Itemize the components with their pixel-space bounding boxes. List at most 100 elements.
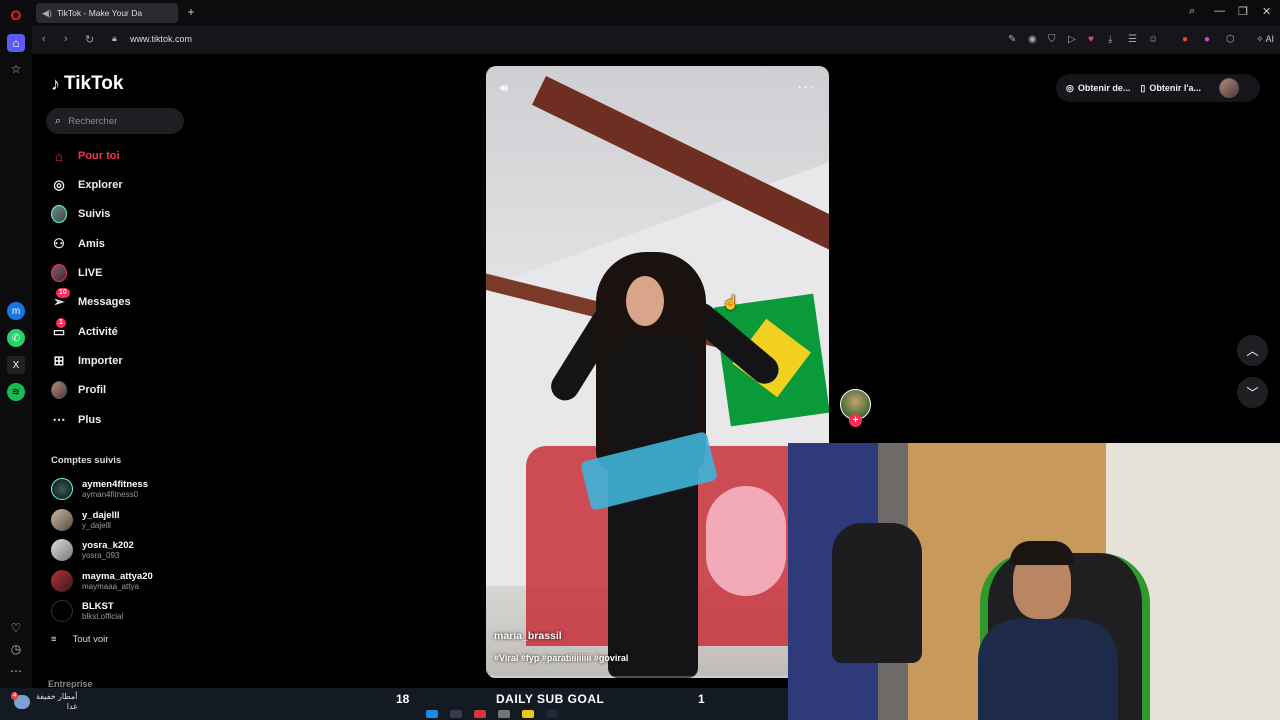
compass-icon: ◎ xyxy=(53,177,65,192)
taskbar-app-icon[interactable] xyxy=(450,710,462,718)
video-progress-bar[interactable] xyxy=(486,676,829,678)
followed-account[interactable]: BLKST blkst.official xyxy=(51,598,123,624)
account-name: BLKST xyxy=(82,601,114,612)
account-handle: y_dajelll xyxy=(82,521,111,530)
url-field[interactable]: www.tiktok.com xyxy=(130,34,192,44)
weather-icon: 4 xyxy=(11,692,30,709)
chevron-down-icon: ﹀ xyxy=(1246,386,1259,400)
video-player[interactable]: 🔊︎ ··· ☝ maria_brassil #Viral #fyp #para… xyxy=(486,66,829,678)
nav-label: Importer xyxy=(78,355,123,367)
extension-red-icon[interactable]: ● xyxy=(1182,34,1188,45)
shield-icon[interactable]: ⛉ xyxy=(1048,34,1056,45)
windows-icon[interactable] xyxy=(426,710,438,718)
camera-icon[interactable]: ◉ xyxy=(1028,34,1037,45)
speaker-icon[interactable]: ◀) xyxy=(42,8,52,19)
see-all-button[interactable]: ≡ Tout voir xyxy=(51,634,108,645)
followed-account[interactable]: yosra_k202 yosra_093 xyxy=(51,537,134,563)
nav-messages[interactable]: ➢ 10 Messages xyxy=(51,288,131,313)
nav-suivis[interactable]: Suivis xyxy=(51,203,110,225)
close-button[interactable]: ✕ xyxy=(1262,5,1271,18)
ai-button[interactable]: ✧ AI xyxy=(1256,34,1274,45)
star-icon[interactable]: ☆ xyxy=(7,60,25,78)
minimize-button[interactable]: — xyxy=(1214,5,1225,17)
next-video-button[interactable]: ﹀ xyxy=(1237,377,1268,408)
sub-goal-title: DAILY SUB GOAL xyxy=(496,692,605,706)
new-tab-button[interactable]: + xyxy=(184,5,198,19)
nav-label: Amis xyxy=(78,238,105,250)
get-coins-button[interactable]: ◎ Obtenir de... xyxy=(1066,83,1130,94)
lock-icon[interactable]: 🔒︎ xyxy=(112,33,117,44)
opera-logo-icon[interactable]: O xyxy=(7,6,25,24)
nav-label: Explorer xyxy=(78,179,123,191)
download-icon[interactable]: ⤓ xyxy=(1108,34,1112,45)
nav-label: Activité xyxy=(78,326,118,338)
messenger-icon[interactable]: m xyxy=(7,302,25,320)
account-name: y_dajelll xyxy=(82,510,120,521)
play-icon[interactable]: ▷ xyxy=(1068,34,1076,45)
nav-amis[interactable]: ⚇ Amis xyxy=(51,233,105,255)
maximize-button[interactable]: ❐ xyxy=(1238,5,1248,18)
menu-icon[interactable]: ☰ xyxy=(1128,34,1137,45)
nav-activite[interactable]: ▭ 1 Activité xyxy=(51,318,118,343)
upload-icon: ⊞ xyxy=(53,353,65,368)
sub-goal-bar: 18 DAILY SUB GOAL 1 xyxy=(366,688,738,710)
video-hashtags[interactable]: #Viral #fyp #paratiiiiiiiii #goviral xyxy=(494,653,628,663)
more-icon[interactable]: ⋯ xyxy=(7,662,25,680)
user-avatar[interactable] xyxy=(1218,78,1239,98)
nav-explorer[interactable]: ◎ Explorer xyxy=(51,174,123,196)
taskbar-app-icon[interactable] xyxy=(498,710,510,718)
followed-account[interactable]: mayma_attya20 maymaaa_attya xyxy=(51,568,153,594)
heart-icon[interactable]: ♡ xyxy=(7,619,25,637)
webcam-overlay xyxy=(788,443,1280,720)
follow-plus-button[interactable]: + xyxy=(849,414,862,427)
taskbar-app-icon[interactable] xyxy=(522,710,534,718)
extensions-icon[interactable]: ⬡ xyxy=(1226,34,1235,45)
account-name: mayma_attya20 xyxy=(82,571,153,582)
get-coins-label: Obtenir de... xyxy=(1077,83,1131,93)
get-app-button[interactable]: ▯ Obtenir l'a... xyxy=(1140,83,1201,94)
weather-badge: 4 xyxy=(11,692,19,700)
friends-icon: ⚇ xyxy=(53,236,65,251)
followed-account[interactable]: aymen4fitness ayman4fitness0 xyxy=(51,476,148,502)
x-twitter-icon[interactable]: X xyxy=(7,356,25,374)
chevron-up-icon: ︿ xyxy=(1246,344,1259,358)
nav-live[interactable]: LIVE xyxy=(51,262,102,284)
steam-icon[interactable] xyxy=(546,710,558,718)
account-icon[interactable]: ☺ xyxy=(1148,34,1158,45)
nav-importer[interactable]: ⊞ Importer xyxy=(51,350,123,372)
previous-video-button[interactable]: ︿ xyxy=(1237,335,1268,366)
search-icon[interactable]: ⌕ xyxy=(1189,5,1195,18)
followed-account[interactable]: y_dajelll y_dajelll xyxy=(51,507,120,533)
volume-icon[interactable]: 🔊︎ xyxy=(500,80,508,96)
video-content xyxy=(706,486,786,596)
nav-plus[interactable]: ⋯ Plus xyxy=(51,409,102,431)
webcam-content xyxy=(978,619,1118,720)
nav-label: LIVE xyxy=(78,267,103,279)
home-icon[interactable]: ⌂ xyxy=(7,34,25,52)
account-name: yosra_k202 xyxy=(82,540,134,551)
reload-button[interactable]: ↻ xyxy=(85,33,94,46)
edit-icon[interactable]: ✎ xyxy=(1008,34,1016,45)
history-icon[interactable]: ◷ xyxy=(7,640,25,658)
weather-sub: غدا xyxy=(66,702,78,711)
search-box[interactable]: ⌕ xyxy=(46,108,184,134)
forward-button[interactable]: › xyxy=(64,33,68,45)
tiktok-logo[interactable]: ♪ TikTok xyxy=(51,73,123,95)
heart-icon[interactable]: ♥ xyxy=(1088,34,1094,45)
account-handle: yosra_093 xyxy=(82,551,120,560)
back-button[interactable]: ‹ xyxy=(42,33,46,45)
whatsapp-icon[interactable]: ✆ xyxy=(7,329,25,347)
opera-taskbar-icon[interactable] xyxy=(474,710,486,718)
more-options-icon[interactable]: ··· xyxy=(797,78,815,95)
nav-pour-toi[interactable]: ⌂ Pour toi xyxy=(51,145,120,167)
address-bar: ‹ › ↻ 🔒︎ www.tiktok.com ✎ ◉ ⛉ ▷ ♥ ⤓ ☰ ☺ … xyxy=(32,26,1280,54)
send-icon: ➢ 10 xyxy=(51,288,70,310)
video-username[interactable]: maria_brassil xyxy=(494,630,562,642)
account-handle: blkst.official xyxy=(82,612,124,621)
weather-widget[interactable]: 4 أمطار خفيفة غدا xyxy=(11,692,78,712)
search-input[interactable] xyxy=(68,115,169,127)
tab-tiktok[interactable]: ◀) TikTok - Make Your Da xyxy=(36,3,178,23)
extension-purple-icon[interactable]: ● xyxy=(1204,34,1210,45)
nav-profil[interactable]: Profil xyxy=(51,379,106,401)
spotify-icon[interactable]: ≋ xyxy=(7,383,25,401)
